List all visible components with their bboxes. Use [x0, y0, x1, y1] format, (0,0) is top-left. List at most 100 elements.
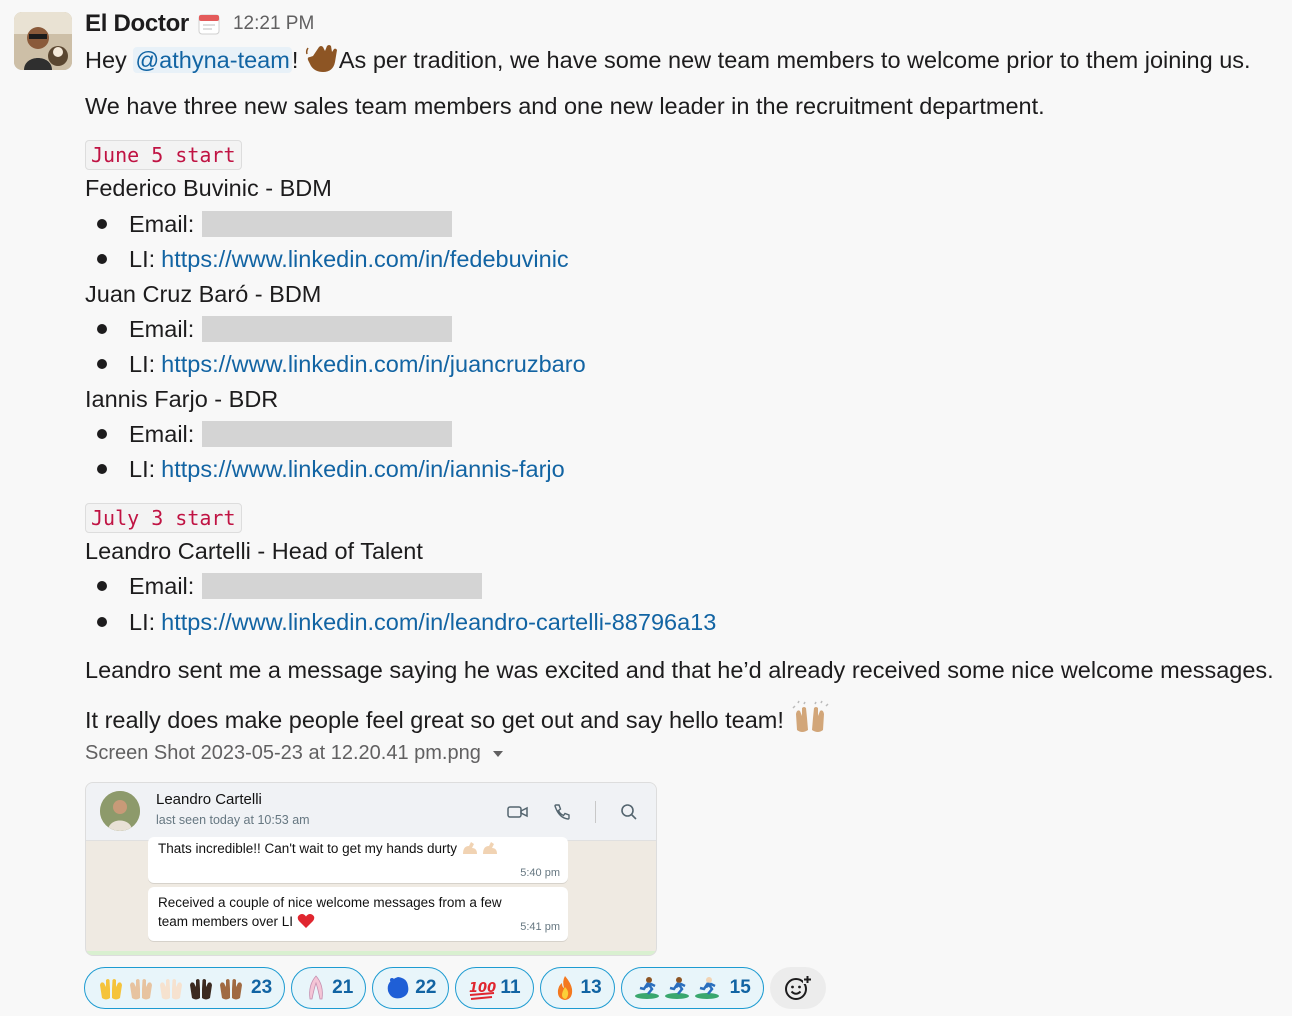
author-name[interactable]: El Doctor [85, 10, 189, 38]
raised-hands-icon [100, 979, 242, 1000]
reaction-count: 22 [415, 977, 437, 998]
linkedin-row: LI: https://www.linkedin.com/in/iannis-f… [85, 453, 565, 485]
reaction-surfer[interactable]: 15 [620, 967, 764, 1009]
closing-line-2: It really does make people feel great so… [85, 700, 830, 744]
bullet-dot [97, 464, 107, 474]
linkedin-row: LI: https://www.linkedin.com/in/juancruz… [85, 348, 586, 380]
attachment-filename[interactable]: Screen Shot 2023-05-23 at 12.20.41 pm.pn… [85, 742, 481, 765]
reaction-hundred[interactable]: 100 11 [455, 967, 534, 1009]
greeting-line: Hey @athyna-team! As per tradition, we h… [85, 42, 1251, 82]
reaction-fire[interactable]: 13 [539, 967, 615, 1009]
bullet-dot [97, 429, 107, 439]
bubble-text: team members over LI [158, 914, 294, 929]
hundred-points-icon: 100 [469, 981, 496, 1000]
linkedin-link[interactable]: https://www.linkedin.com/in/iannis-farjo [161, 456, 565, 483]
bullet-dot [97, 254, 107, 264]
linkedin-link[interactable]: https://www.linkedin.com/in/leandro-cart… [161, 609, 716, 636]
linkedin-label: LI: [129, 455, 156, 482]
linkedin-label: LI: [129, 245, 156, 272]
email-label: Email: [129, 210, 195, 237]
bullet-dot [97, 324, 107, 334]
bullet-dot [97, 359, 107, 369]
last-seen-status: last seen today at 10:53 am [156, 813, 310, 827]
message-header: El Doctor 12:21 PM [85, 8, 314, 40]
email-row: Email: [85, 418, 453, 450]
intro-text: We have three new sales team members and… [85, 93, 1045, 119]
search-icon [621, 804, 637, 820]
calendar-icon [197, 12, 221, 36]
reaction-count: 21 [332, 977, 354, 998]
email-label: Email: [129, 420, 195, 447]
linkedin-label: LI: [129, 350, 156, 377]
linkedin-row: LI: https://www.linkedin.com/in/leandro-… [85, 606, 716, 638]
closing-text-1: Leandro sent me a message saying he was … [85, 657, 1274, 683]
bubble-time: 5:40 pm [520, 867, 560, 879]
author-avatar[interactable] [14, 12, 72, 70]
chat-bubble: Thats incredible!! Can't wait to get my … [148, 837, 568, 883]
waving-hand-icon [305, 42, 339, 82]
add-emoji-icon [784, 975, 812, 1000]
closing-text-2: It really does make people feel great so… [85, 707, 784, 733]
add-reaction-button[interactable] [769, 967, 826, 1009]
chat-header: Leandro Cartelli last seen today at 10:5… [86, 783, 656, 841]
linkedin-link[interactable]: https://www.linkedin.com/in/juancruzbaro [161, 351, 586, 378]
redacted-email [202, 573, 483, 599]
bubble-text: Received a couple of nice welcome messag… [158, 895, 502, 910]
bullet-dot [97, 581, 107, 591]
reaction-raised-hands[interactable]: 23 [84, 967, 286, 1009]
reaction-count: 11 [500, 977, 521, 998]
email-row: Email: [85, 570, 483, 602]
person-name: Juan Cruz Baró - BDM [85, 281, 322, 307]
linkedin-label: LI: [129, 608, 156, 635]
reaction-count: 13 [580, 977, 602, 998]
linkedin-link[interactable]: https://www.linkedin.com/in/fedebuvinic [161, 246, 569, 273]
start-date-tag: July 3 start [85, 503, 242, 533]
bubble-line: team members over LI [158, 912, 558, 934]
surfer-icon [634, 977, 719, 999]
contact-avatar [100, 791, 140, 831]
phone-icon [554, 804, 570, 820]
email-row: Email: [85, 313, 453, 345]
preview-bottom-strip [86, 951, 656, 955]
red-heart-icon [297, 913, 315, 934]
bullet-dot [97, 219, 107, 229]
start-date-tag: June 5 start [85, 140, 242, 170]
reaction-count: 23 [251, 977, 273, 998]
blue-blob-icon [387, 977, 409, 999]
flexed-biceps-icon [461, 840, 501, 859]
email-label: Email: [129, 572, 195, 599]
chevron-down-icon[interactable] [492, 750, 503, 757]
redacted-email [202, 211, 453, 237]
reactions-bar: 23 21 22 100 11 13 15 [84, 967, 826, 1009]
attachment-image-preview[interactable]: Leandro Cartelli last seen today at 10:5… [85, 782, 657, 956]
redacted-email [202, 316, 453, 342]
bullet-dot [97, 617, 107, 627]
bubble-line: Thats incredible!! Can't wait to get my … [158, 837, 558, 859]
fire-icon [557, 976, 572, 1000]
greeting-rest: As per tradition, we have some new team … [338, 47, 1251, 73]
person-name: Iannis Farjo - BDR [85, 386, 279, 412]
greeting-exclaim: ! [291, 47, 299, 73]
redacted-email [202, 421, 453, 447]
linkedin-row: LI: https://www.linkedin.com/in/fedebuvi… [85, 243, 569, 275]
email-label: Email: [129, 315, 195, 342]
greeting-prefix: Hey [85, 47, 134, 73]
bubble-text: Thats incredible!! Can't wait to get my … [158, 841, 457, 856]
contact-name: Leandro Cartelli [156, 791, 262, 808]
feather-icon [309, 975, 323, 1000]
reaction-feather[interactable]: 21 [291, 967, 367, 1009]
person-name: Federico Buvinic - BDM [85, 175, 332, 201]
chat-actions [483, 801, 638, 823]
attachment-filename-row[interactable]: Screen Shot 2023-05-23 at 12.20.41 pm.pn… [85, 742, 503, 765]
bubble-time: 5:41 pm [520, 921, 560, 933]
video-camera-icon [507, 806, 528, 818]
person-name: Leandro Cartelli - Head of Talent [85, 538, 423, 564]
email-row: Email: [85, 208, 453, 240]
chat-bubble: Received a couple of nice welcome messag… [148, 887, 568, 941]
message-timestamp[interactable]: 12:21 PM [233, 13, 314, 35]
team-mention[interactable]: @athyna-team [133, 47, 292, 73]
reaction-blue-blob[interactable]: 22 [372, 967, 450, 1009]
reaction-count: 15 [729, 977, 751, 998]
header-divider [595, 801, 596, 823]
raised-hands-icon [790, 700, 830, 744]
